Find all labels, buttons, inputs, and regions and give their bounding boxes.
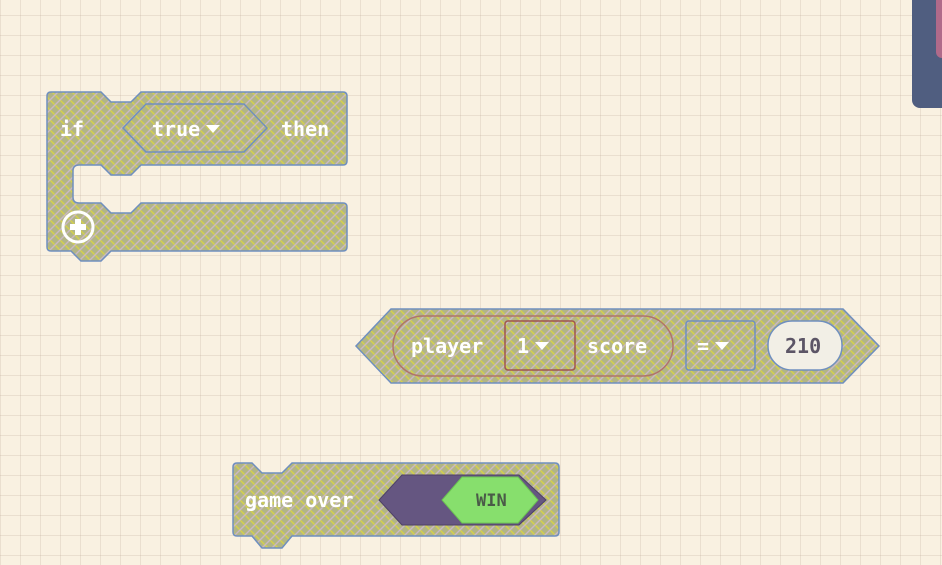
win-result-hexagon[interactable] — [441, 476, 539, 524]
toolbox-category-accent[interactable] — [936, 0, 942, 58]
operator-dropdown-box[interactable] — [685, 320, 756, 371]
blocks-canvas — [46, 91, 881, 549]
blocks-workspace[interactable]: if true then player 1 score = 210 game o… — [0, 0, 942, 565]
score-value-pill[interactable] — [767, 320, 843, 371]
player-number-dropdown-box[interactable] — [504, 320, 576, 371]
condition-hexagon[interactable] — [121, 103, 269, 153]
